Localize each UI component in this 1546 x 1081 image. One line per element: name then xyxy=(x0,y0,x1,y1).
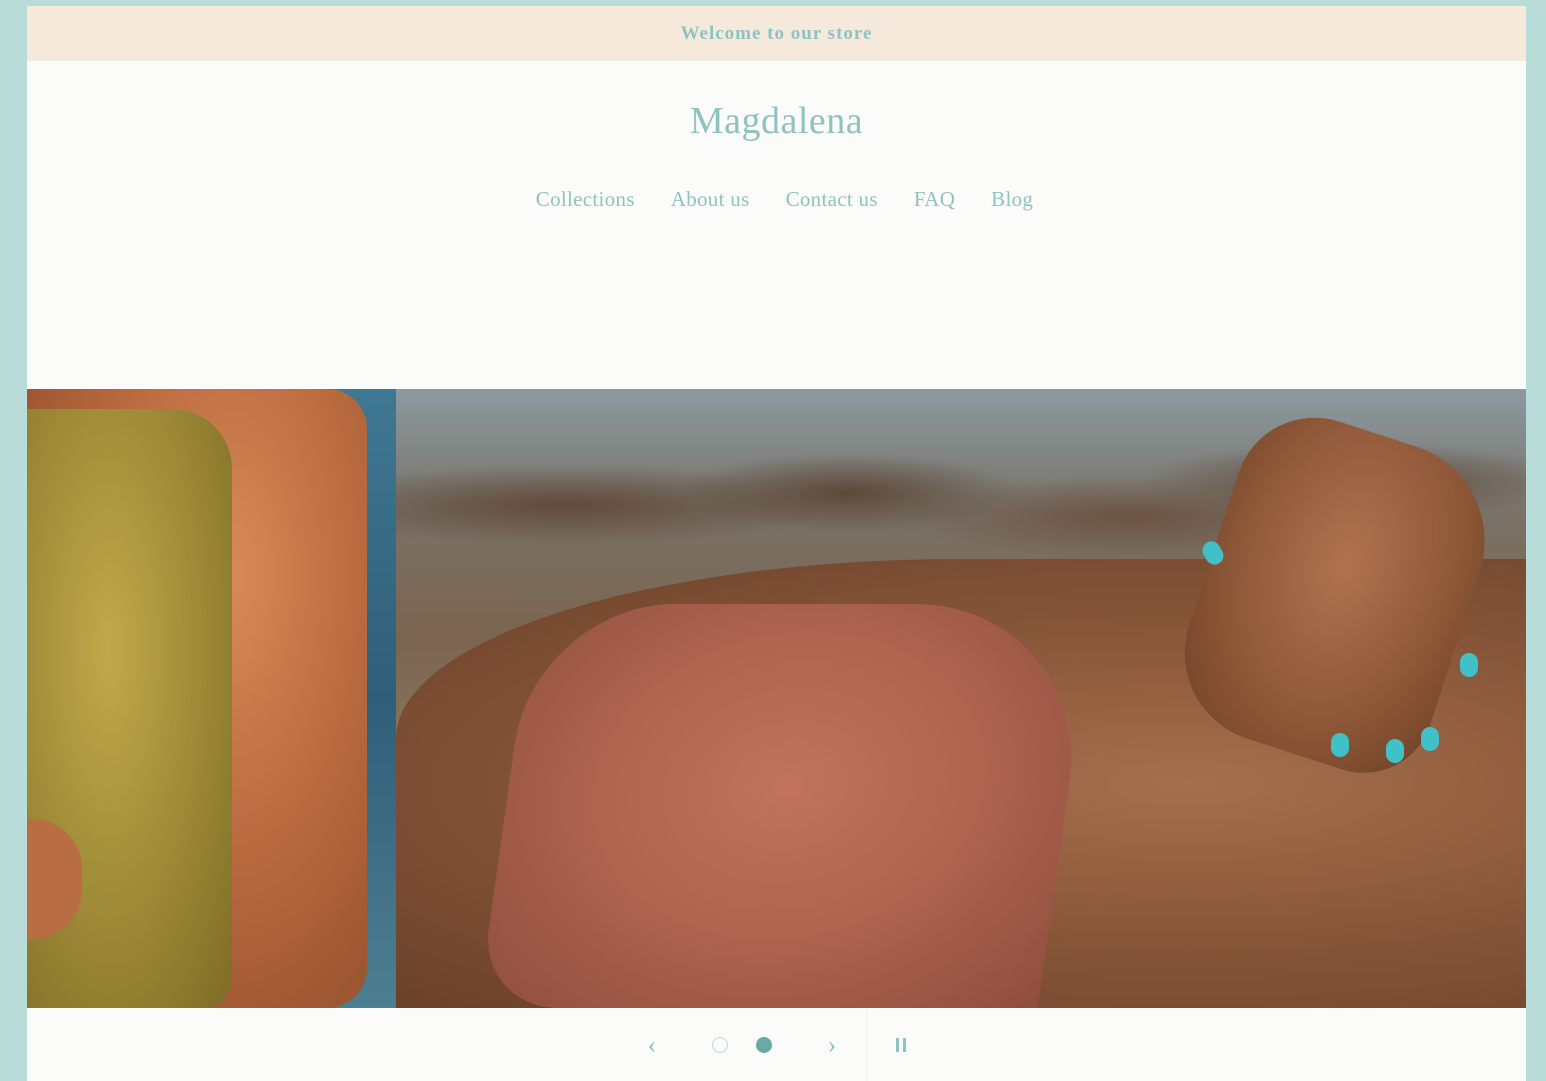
nav-blog[interactable]: Blog xyxy=(991,187,1033,212)
hero-slideshow xyxy=(27,389,1526,1008)
pause-bar-right xyxy=(903,1037,906,1052)
store-logo[interactable]: Magdalena xyxy=(27,99,1526,143)
nav-contact-us[interactable]: Contact us xyxy=(786,187,878,212)
pink-bikini-top xyxy=(477,604,1095,1008)
chevron-right-icon[interactable]: › xyxy=(812,1025,852,1065)
store-page: Welcome to our store Magdalena Collectio… xyxy=(27,6,1526,1081)
slide-dot-1[interactable] xyxy=(712,1036,728,1053)
main-nav: Collections About us Contact us FAQ Blog xyxy=(27,187,1526,212)
site-header: Magdalena Collections About us Contact u… xyxy=(27,61,1526,389)
slide-dot-2[interactable] xyxy=(756,1036,772,1053)
nail-polish xyxy=(1386,739,1404,763)
pause-bar-left xyxy=(896,1037,899,1052)
slide-dots xyxy=(712,1036,772,1053)
announcement-text: Welcome to our store xyxy=(680,22,873,44)
pause-icon[interactable] xyxy=(881,1025,921,1065)
announcement-bar: Welcome to our store xyxy=(27,6,1526,61)
nail-polish xyxy=(1460,653,1478,677)
nav-collections[interactable]: Collections xyxy=(536,187,635,212)
controls-divider xyxy=(866,1008,867,1081)
chevron-left-icon[interactable]: ‹ xyxy=(632,1025,672,1065)
nail-polish xyxy=(1331,733,1349,757)
slideshow-controls: ‹ › xyxy=(27,1008,1526,1081)
nail-polish xyxy=(1421,727,1439,751)
slide-image-pink-bikini xyxy=(396,389,1526,1008)
nav-about-us[interactable]: About us xyxy=(671,187,750,212)
slide-image-gold-swimsuit xyxy=(27,389,396,1008)
nav-faq[interactable]: FAQ xyxy=(914,187,955,212)
